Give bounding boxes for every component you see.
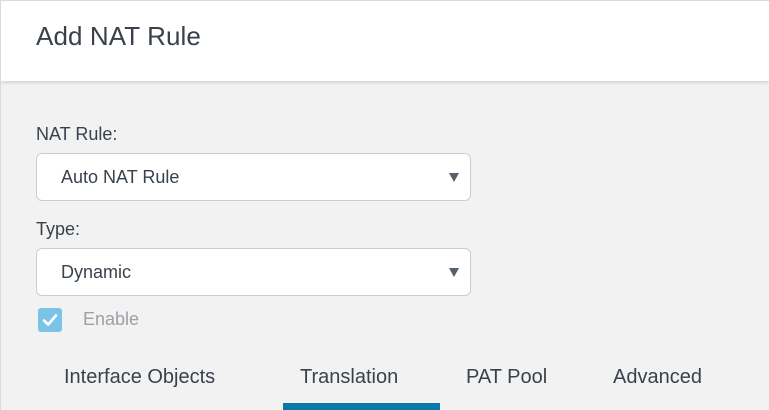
type-label: Type:	[36, 219, 81, 239]
enable-label: Enable	[83, 309, 140, 329]
nat-rule-select-value: Auto NAT Rule	[61, 167, 180, 187]
nat-rule-label: NAT Rule:	[36, 124, 118, 144]
add-nat-rule-dialog: Add NAT Rule NAT Rule: Auto NAT Rule Typ…	[0, 0, 769, 410]
enable-checkbox[interactable]	[38, 308, 62, 332]
tab-translation[interactable]: Translation	[300, 366, 398, 389]
check-icon	[42, 314, 58, 326]
tab-pat-pool[interactable]: PAT Pool	[466, 366, 547, 389]
tab-interface-objects[interactable]: Interface Objects	[64, 366, 215, 389]
dialog-title: Add NAT Rule	[36, 21, 201, 51]
chevron-down-icon	[449, 173, 459, 182]
active-tab-indicator	[283, 403, 440, 410]
dialog-header: Add NAT Rule	[1, 1, 769, 81]
rule-tabs: Interface Objects Translation PAT Pool A…	[1, 356, 769, 410]
type-select[interactable]: Dynamic	[36, 248, 471, 296]
chevron-down-icon	[449, 268, 459, 277]
type-select-value: Dynamic	[61, 262, 132, 282]
nat-rule-select[interactable]: Auto NAT Rule	[36, 153, 471, 201]
tab-advanced[interactable]: Advanced	[613, 366, 702, 389]
